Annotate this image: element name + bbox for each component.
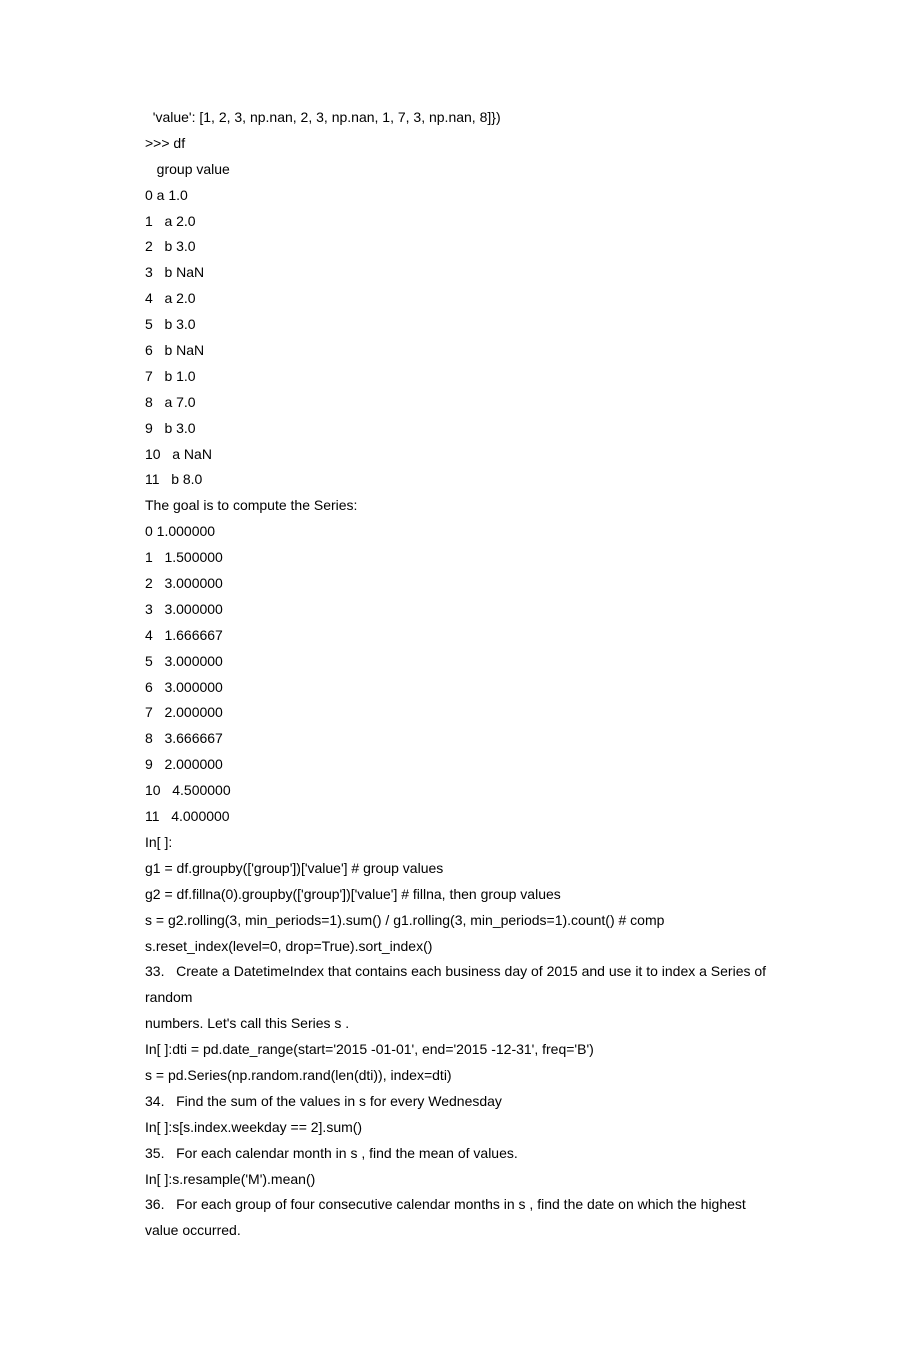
text-line: 0 a 1.0: [145, 183, 775, 209]
text-line: group value: [145, 157, 775, 183]
text-line: In[ ]:: [145, 830, 775, 856]
text-line: 'value': [1, 2, 3, np.nan, 2, 3, np.nan,…: [145, 105, 775, 131]
text-line: 1 1.500000: [145, 545, 775, 571]
text-line: 5 b 3.0: [145, 312, 775, 338]
text-line: 0 1.000000: [145, 519, 775, 545]
text-line: 4 1.666667: [145, 623, 775, 649]
text-line: 3 b NaN: [145, 260, 775, 286]
text-line: 10 4.500000: [145, 778, 775, 804]
text-line: 6 3.000000: [145, 675, 775, 701]
text-line: g2 = df.fillna(0).groupby(['group'])['va…: [145, 882, 775, 908]
text-line: In[ ]:s.resample('M').mean(): [145, 1167, 775, 1193]
text-line: s = g2.rolling(3, min_periods=1).sum() /…: [145, 908, 775, 934]
text-line: 8 a 7.0: [145, 390, 775, 416]
text-line: In[ ]:dti = pd.date_range(start='2015 -0…: [145, 1037, 775, 1063]
text-line: 7 2.000000: [145, 700, 775, 726]
text-line: s.reset_index(level=0, drop=True).sort_i…: [145, 934, 775, 960]
text-line: The goal is to compute the Series:: [145, 493, 775, 519]
text-line: >>> df: [145, 131, 775, 157]
text-line: 3 3.000000: [145, 597, 775, 623]
text-line: In[ ]:s[s.index.weekday == 2].sum(): [145, 1115, 775, 1141]
text-line: 9 2.000000: [145, 752, 775, 778]
text-line: 6 b NaN: [145, 338, 775, 364]
text-line: 10 a NaN: [145, 442, 775, 468]
text-line: g1 = df.groupby(['group'])['value'] # gr…: [145, 856, 775, 882]
text-line: s = pd.Series(np.random.rand(len(dti)), …: [145, 1063, 775, 1089]
text-line: 11 4.000000: [145, 804, 775, 830]
text-line: 9 b 3.0: [145, 416, 775, 442]
text-line: 1 a 2.0: [145, 209, 775, 235]
text-line: 4 a 2.0: [145, 286, 775, 312]
text-line: 33. Create a DatetimeIndex that contains…: [145, 959, 775, 1011]
text-line: 11 b 8.0: [145, 467, 775, 493]
text-line: 8 3.666667: [145, 726, 775, 752]
text-line: 2 3.000000: [145, 571, 775, 597]
text-line: 36. For each group of four consecutive c…: [145, 1192, 775, 1244]
text-line: numbers. Let's call this Series s .: [145, 1011, 775, 1037]
text-line: 7 b 1.0: [145, 364, 775, 390]
document-content: 'value': [1, 2, 3, np.nan, 2, 3, np.nan,…: [145, 105, 775, 1244]
text-line: 35. For each calendar month in s , find …: [145, 1141, 775, 1167]
text-line: 5 3.000000: [145, 649, 775, 675]
text-line: 2 b 3.0: [145, 234, 775, 260]
text-line: 34. Find the sum of the values in s for …: [145, 1089, 775, 1115]
